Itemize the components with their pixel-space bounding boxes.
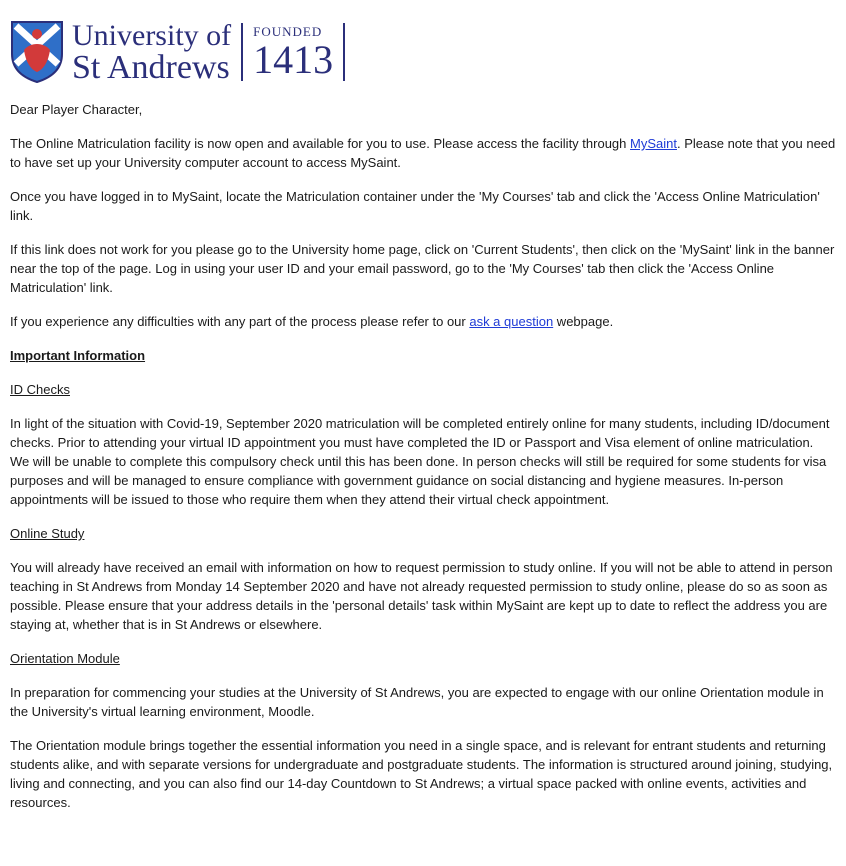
paragraph-facility: The Online Matriculation facility is now… (10, 134, 836, 172)
orientation-module-heading: Orientation Module (10, 651, 120, 666)
mysaint-link[interactable]: MySaint (630, 136, 677, 151)
university-header: University of St Andrews FOUNDED 1413 (10, 0, 836, 100)
id-checks-body: In light of the situation with Covid-19,… (10, 416, 830, 507)
important-information-heading: Important Information (10, 348, 146, 363)
logo-divider (241, 23, 244, 81)
greeting: Dear Player Character, (10, 102, 143, 117)
email-body: University of St Andrews FOUNDED 1413 De… (0, 0, 846, 866)
logo-divider-right (343, 23, 346, 81)
orientation-body-2: The Orientation module brings together t… (10, 738, 833, 810)
paragraph-difficulties: If you experience any difficulties with … (10, 312, 836, 331)
wordmark-line2: St Andrews (72, 49, 230, 86)
founded-year: 1413 (253, 37, 334, 82)
university-wordmark: University of St Andrews (72, 19, 232, 86)
ask-a-question-link[interactable]: ask a question (469, 314, 553, 329)
paragraph-alternative: If this link does not work for you pleas… (10, 242, 835, 295)
university-crest-icon (11, 21, 63, 84)
paragraph-login: Once you have logged in to MySaint, loca… (10, 189, 820, 223)
founded-block: FOUNDED 1413 (253, 24, 333, 80)
paragraph-text: If you experience any difficulties with … (10, 314, 470, 329)
online-study-body: You will already have received an email … (10, 560, 833, 632)
paragraph-text: The Online Matriculation facility is now… (10, 136, 631, 151)
online-study-heading: Online Study (10, 526, 85, 541)
paragraph-text: webpage. (553, 314, 614, 329)
wordmark-line1: University of (72, 19, 232, 52)
id-checks-heading: ID Checks (10, 382, 70, 397)
orientation-body-1: In preparation for commencing your studi… (10, 685, 824, 719)
